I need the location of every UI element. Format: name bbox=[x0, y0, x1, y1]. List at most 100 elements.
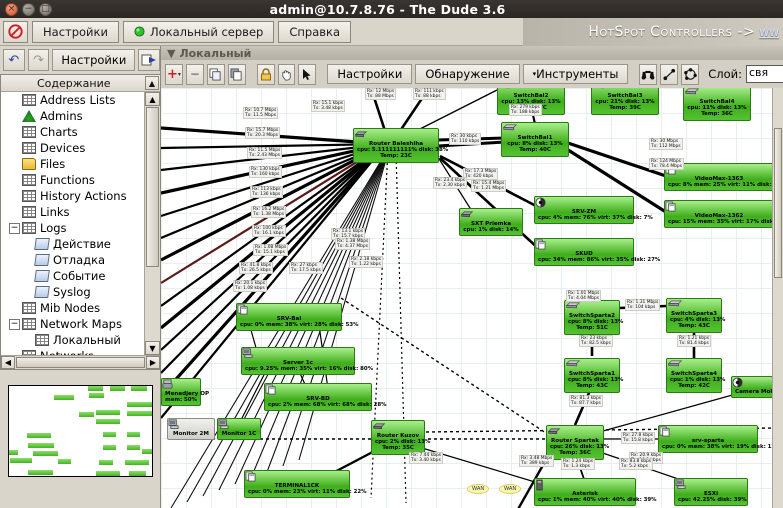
map-node-router-baleshiha[interactable]: Router Baleshiha cpu: 5.111111111% disk: … bbox=[353, 128, 448, 163]
discovery-label: Обнаружение bbox=[425, 67, 510, 81]
pointer-icon bbox=[303, 68, 312, 80]
link-bandwidth-label: Rx: 130 kbps Tx: 160 kbps bbox=[249, 166, 282, 178]
map-node-srv-bal[interactable]: SRV-Bal cpu: 0% mem: 38% virt: 28% disk: … bbox=[236, 303, 359, 332]
menu-help[interactable]: Справка bbox=[278, 20, 352, 43]
sidebar-item-charts[interactable]: Charts bbox=[1, 124, 144, 140]
map-node-monitor-1c[interactable]: Monitor 1C bbox=[217, 418, 261, 441]
sidebar-item-devices[interactable]: Devices bbox=[1, 140, 144, 156]
map-overview-canvas[interactable] bbox=[8, 385, 153, 477]
sidebar-item-mib-nodes[interactable]: Mib Nodes bbox=[1, 300, 144, 316]
map-node-camera-moka[interactable]: Camera Moka bbox=[731, 376, 773, 399]
map-overview-panel[interactable] bbox=[0, 370, 160, 508]
copy-button[interactable] bbox=[206, 63, 225, 85]
map-node-sxt-priemka[interactable]: SXT Priemka cpu: 1% disk: 14% bbox=[459, 208, 523, 237]
pan-tool-button[interactable] bbox=[277, 63, 296, 85]
sidebar-item-functions[interactable]: Functions bbox=[1, 172, 144, 188]
remove-item-button[interactable]: − bbox=[185, 63, 204, 85]
map-node-asterisk[interactable]: Asterisk cpu: 1% mem: 40% virt: 40% disk:… bbox=[534, 478, 657, 507]
switch-icon bbox=[502, 124, 565, 135]
sidebar-item-admins[interactable]: Admins bbox=[1, 108, 144, 124]
find-button[interactable] bbox=[639, 63, 658, 85]
sidebar-item-logs[interactable]: − Logs bbox=[1, 220, 144, 236]
lock-button[interactable] bbox=[256, 63, 275, 85]
menu-settings[interactable]: Настройки bbox=[32, 20, 119, 43]
link-bandwidth-label: Rx: 30 Mbps Tx: 112 Mbps bbox=[649, 138, 683, 150]
sidebar-item-history-actions[interactable]: History Actions bbox=[1, 188, 144, 204]
map-node-menedjery-op[interactable]: Menedjery OP mem: 50% bbox=[161, 378, 209, 407]
map-node-skud[interactable]: SKUD cpu: 34% mem: 86% virt: 35% disk: 27… bbox=[534, 238, 660, 267]
tree-expander[interactable]: − bbox=[9, 222, 20, 234]
maximize-icon[interactable]: □ bbox=[39, 2, 52, 16]
sidebar-horizontal-scrollbar[interactable]: ◀ ▶ bbox=[1, 355, 160, 369]
map-node-switchsparta1[interactable]: SwitchSparta1 cpu: 8% disk: 13% Temp: 43C bbox=[564, 358, 623, 393]
layer-selector[interactable]: Слой: свя bbox=[708, 65, 783, 83]
map-node-switchsparta3[interactable]: SwitchSparta3 cpu: 4% disk: 13% Temp: 43C bbox=[666, 298, 725, 333]
paste-button[interactable] bbox=[227, 63, 246, 85]
grid-icon bbox=[22, 142, 36, 154]
sidebar-item-networks[interactable]: Networks bbox=[1, 348, 144, 355]
export-button[interactable] bbox=[138, 49, 161, 71]
map-tab-title[interactable]: ▼ Локальный bbox=[161, 46, 783, 60]
map-node-esxi[interactable]: ESXi cpu: 42.25% disk: 39% bbox=[674, 478, 748, 507]
map-node-router-kuzov[interactable]: Router Kuzov cpu: 2% disk: 13% Temp: 35C bbox=[371, 420, 430, 455]
discovery-button[interactable]: Обнаружение bbox=[415, 64, 520, 84]
map-node-terminal1ck[interactable]: TERMINAL1CK cpu: 0% mem: 23% virt: 11% di… bbox=[244, 470, 367, 499]
tree-expander[interactable]: − bbox=[9, 318, 20, 330]
scroll-right-arrow-icon[interactable]: ▶ bbox=[146, 356, 160, 369]
map-node-switchbal1[interactable]: SwitchBal1 cpu: 8% disk: 13% Temp: 40C bbox=[501, 122, 569, 157]
green-dot-icon bbox=[134, 26, 145, 37]
menu-settings-label: Настройки bbox=[43, 24, 108, 39]
sidebar-scroll-up-button[interactable]: ▲ bbox=[145, 76, 159, 90]
map-node-switchbal4[interactable]: SwitchBal4 cpu: 11% disk: 13% Temp: 36C bbox=[683, 88, 751, 121]
map-canvas[interactable]: Router Baleshiha cpu: 5.111111111% disk: … bbox=[161, 88, 773, 508]
menu-local-server[interactable]: Локальный сервер bbox=[122, 20, 275, 43]
minimize-icon[interactable]: − bbox=[22, 2, 35, 16]
sidebar-vertical-scrollbar[interactable]: ▲ ▼ bbox=[144, 92, 160, 355]
map-node-srv-sparta[interactable]: srv-sparta cpu: 0% mem: 38% virt: 19% dis… bbox=[658, 425, 773, 454]
close-icon[interactable]: × bbox=[5, 2, 18, 16]
map-node-srv-bd[interactable]: SRV-BD cpu: 2% mem: 68% virt: 68% disk: 2… bbox=[264, 383, 387, 412]
sidebar-item-отладка[interactable]: Отладка bbox=[1, 252, 144, 268]
pc-icon bbox=[218, 419, 257, 431]
overview-node bbox=[96, 471, 121, 476]
layer-input[interactable]: свя bbox=[745, 65, 783, 83]
circle-layout-button[interactable] bbox=[681, 63, 700, 85]
sidebar-item-событие[interactable]: Событие bbox=[1, 268, 144, 284]
sidebar-item-локальный[interactable]: Локальный bbox=[1, 332, 144, 348]
redo-button[interactable]: ↷ bbox=[27, 49, 50, 71]
sidebar-item-network-maps[interactable]: − Network Maps bbox=[1, 316, 144, 332]
add-item-button[interactable]: + ▾ bbox=[165, 63, 183, 85]
map-node-videomax-1362[interactable]: VideoMax-1362 cpu: 15% mem: 35% virt: 17%… bbox=[664, 200, 773, 229]
link-tx: Tx: 88 kbps bbox=[415, 94, 441, 99]
map-node-srv-zm[interactable]: SRV-ZM cpu: 4% mem: 76% virt: 37% disk: 7… bbox=[534, 196, 653, 225]
canvas-vertical-scrollbar[interactable] bbox=[772, 88, 783, 508]
sidebar-item-links[interactable]: Links bbox=[1, 204, 144, 220]
scroll-down-arrow-icon[interactable]: ▼ bbox=[145, 341, 160, 355]
map-node-router-spartak[interactable]: Router Spartak cpu: 26% disk: 13% Temp: 36… bbox=[546, 425, 609, 460]
sidebar-item-действие[interactable]: Действие bbox=[1, 236, 144, 252]
map-node-switchsparta4[interactable]: SwitchSparta4 cpu: 1% disk: 13% Temp: 42C bbox=[666, 358, 725, 393]
scroll-up-arrow-icon[interactable]: ▲ bbox=[145, 92, 160, 106]
undo-button[interactable]: ↶ bbox=[3, 49, 25, 71]
log-icon bbox=[34, 286, 50, 298]
tools-menu-button[interactable]: ▾ Инструменты bbox=[522, 64, 629, 84]
map-node-server-1c[interactable]: Server 1c cpu: 9.25% mem: 35% virt: 16% d… bbox=[241, 347, 373, 376]
disconnect-button[interactable] bbox=[3, 20, 28, 43]
sidebar-item-syslog[interactable]: Syslog bbox=[1, 284, 144, 300]
link-tx: Tx: 5.2 kbps bbox=[621, 464, 648, 469]
promo-banner[interactable]: HotSpot Controllers -> ww bbox=[523, 18, 783, 46]
map-node-switchsparta2[interactable]: SwitchSparta2 cpu: 8% disk: 13% Temp: 51C bbox=[564, 300, 623, 335]
canvas-scroll-thumb[interactable] bbox=[774, 128, 782, 278]
link-mode-button[interactable] bbox=[660, 63, 679, 85]
map-node-switchbal3[interactable]: SwitchBal3 cpu: 21% disk: 13% Temp: 39C bbox=[591, 88, 659, 115]
sidebar-item-files[interactable]: Files bbox=[1, 156, 144, 172]
sidebar-hscroll-thumb[interactable] bbox=[16, 357, 145, 368]
sidebar-item-address-lists[interactable]: Address Lists bbox=[1, 92, 144, 108]
app-settings-button[interactable]: Настройки bbox=[52, 49, 136, 71]
scroll-left-arrow-icon[interactable]: ◀ bbox=[1, 356, 15, 369]
sidebar-scroll-thumb[interactable] bbox=[146, 107, 159, 267]
select-tool-button[interactable] bbox=[298, 63, 317, 85]
map-node-monitor-2m[interactable]: Monitor 2M bbox=[167, 418, 215, 441]
banner-link[interactable]: ww bbox=[759, 24, 779, 40]
map-settings-button[interactable]: Настройки bbox=[327, 64, 413, 84]
